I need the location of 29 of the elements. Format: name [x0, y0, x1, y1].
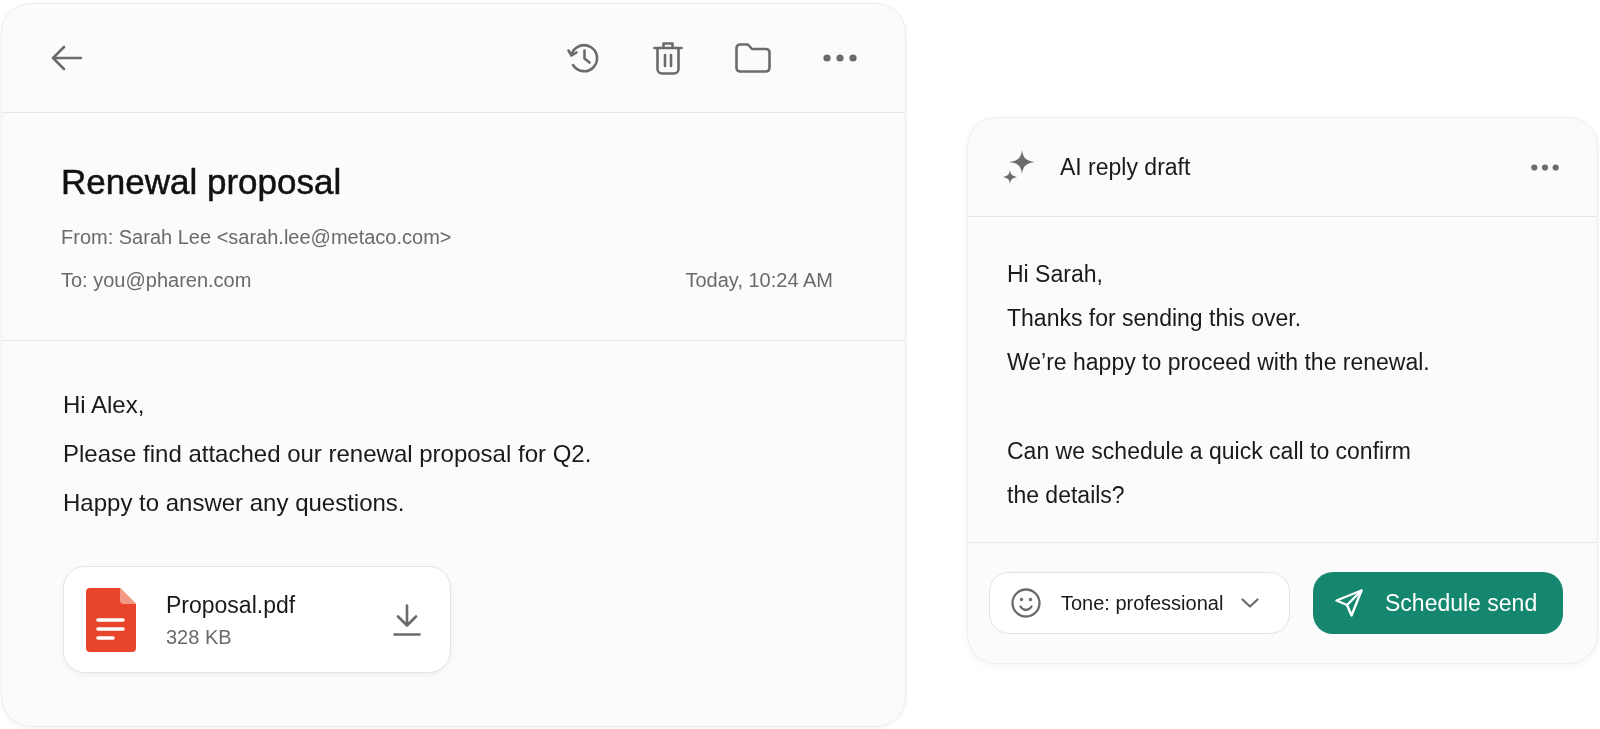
more-icon[interactable] — [1531, 163, 1559, 171]
send-icon — [1335, 589, 1363, 617]
timestamp: Today, 10:24 AM — [685, 268, 833, 292]
file-size: 328 KB — [166, 625, 232, 648]
draft-text: We’re happy to proceed with the renewal. — [1007, 348, 1430, 377]
panel-title: AI reply draft — [1060, 153, 1191, 181]
attachment-card[interactable]: Proposal.pdf 328 KB — [63, 566, 451, 673]
sender-line: From: Sarah Lee <sarah.lee@metaco.com> — [61, 225, 452, 249]
sparkle-icon — [1003, 150, 1035, 184]
message-line: Please find attached our renewal proposal for Q2. — [63, 441, 592, 467]
message-line: Happy to answer any questions. — [63, 490, 405, 516]
recipient-line: To: you@pharen.com — [61, 268, 252, 292]
more-icon[interactable] — [823, 54, 857, 62]
download-icon[interactable] — [393, 603, 421, 636]
folder-icon[interactable] — [735, 43, 771, 73]
back-arrow-icon[interactable] — [51, 45, 83, 71]
email-subject: Renewal proposal — [61, 161, 342, 203]
draft-text: Thanks for sending this over. — [1007, 304, 1302, 333]
document-icon — [86, 587, 136, 652]
draft-text: Hi Sarah, — [1007, 260, 1103, 289]
chevron-down-icon — [1241, 598, 1259, 608]
history-icon[interactable] — [567, 41, 601, 75]
smiley-icon — [1011, 588, 1041, 618]
schedule-send-button[interactable]: Schedule send — [1313, 572, 1563, 634]
file-name: Proposal.pdf — [166, 591, 296, 618]
tone-dropdown[interactable]: Tone: professional — [989, 572, 1290, 634]
trash-icon[interactable] — [653, 41, 683, 75]
message-line: Hi Alex, — [63, 392, 145, 418]
draft-text: Can we schedule a quick call to confirm the details? — [1007, 437, 1412, 510]
